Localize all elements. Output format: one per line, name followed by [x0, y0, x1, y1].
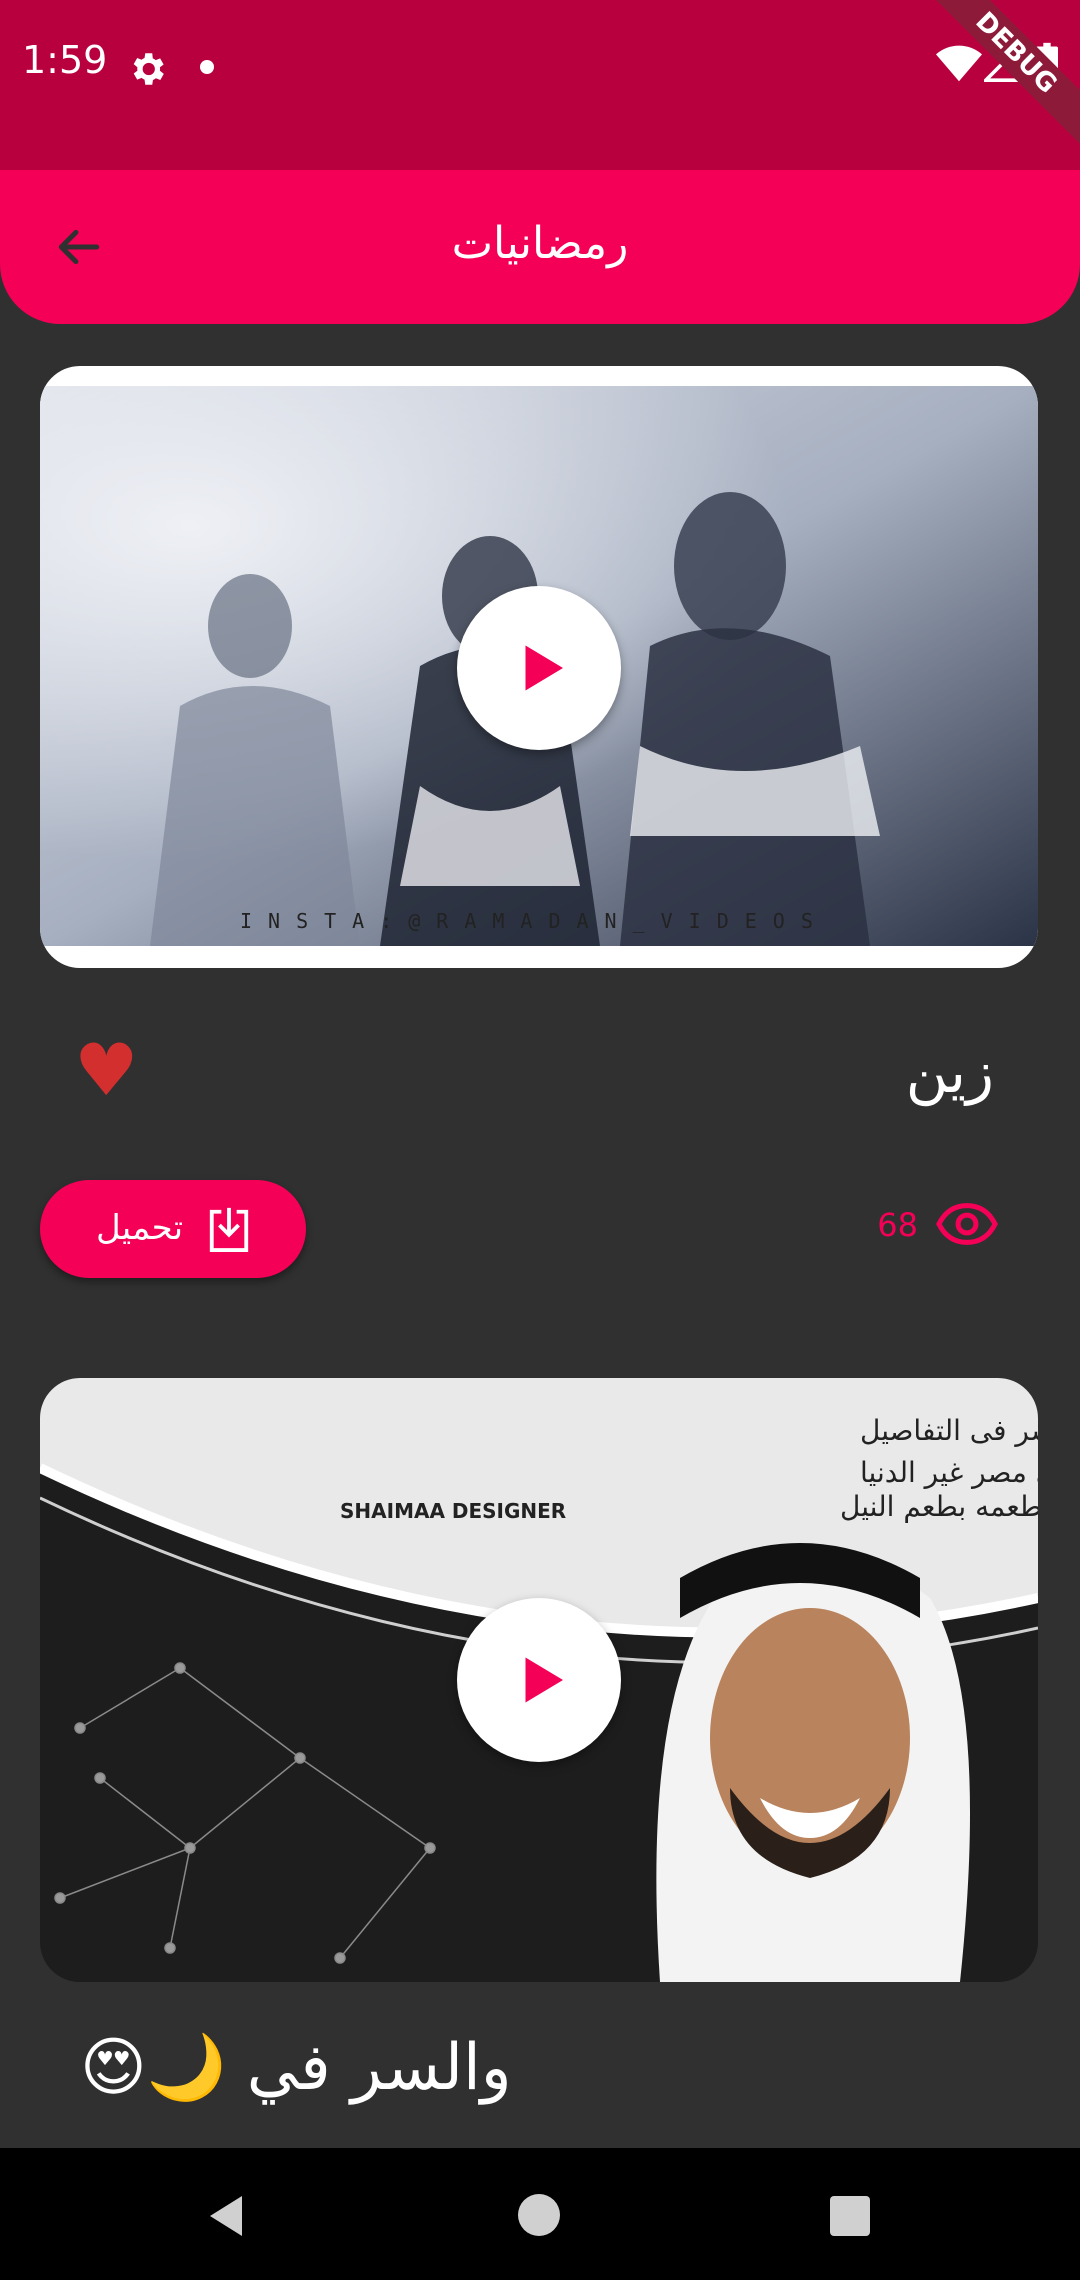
svg-text:والسر فى التفاصيل: والسر فى التفاصيل: [860, 1414, 1038, 1447]
nav-home-icon[interactable]: [518, 2194, 560, 2236]
eye-icon: [936, 1203, 998, 1245]
app-bar: رمضانيات: [0, 170, 1080, 324]
svg-text:INSTA:@RAMADAN_VIDEOS: INSTA:@RAMADAN_VIDEOS: [240, 909, 829, 933]
video-title: زين: [905, 1038, 994, 1106]
download-button[interactable]: تحميل: [40, 1180, 306, 1278]
svg-text:طعمه بطعم النيل: طعمه بطعم النيل: [840, 1490, 1038, 1523]
view-count-value: 68: [877, 1206, 918, 1244]
page-title: رمضانيات: [451, 218, 629, 269]
nav-recents-icon[interactable]: [830, 2196, 870, 2236]
system-navigation-bar: [0, 2148, 1080, 2280]
wifi-icon: [936, 45, 982, 82]
gear-icon: [133, 53, 164, 85]
notification-dot-icon: [200, 60, 214, 74]
heart-icon[interactable]: ♥: [74, 1028, 139, 1112]
svg-text:رمضان فى مصر غير الدنيا: رمضان فى مصر غير الدنيا: [860, 1456, 1038, 1489]
video-card[interactable]: INSTA:@RAMADAN_VIDEOS: [40, 366, 1038, 968]
nav-back-icon[interactable]: [206, 2194, 246, 2238]
play-button[interactable]: [457, 1598, 621, 1762]
status-time: 1:59: [22, 38, 108, 82]
play-button[interactable]: [457, 586, 621, 750]
status-bar: 1:59 DEBUG: [0, 0, 1080, 170]
play-icon: [525, 645, 563, 691]
video-card[interactable]: والسر فى التفاصيل رمضان فى مصر غير الدني…: [40, 1378, 1038, 1982]
download-label: تحميل: [96, 1208, 184, 1248]
svg-text:SHAIMAA DESIGNER: SHAIMAA DESIGNER: [340, 1499, 566, 1523]
play-icon: [525, 1657, 563, 1703]
download-icon: [209, 1207, 249, 1252]
video-caption: والسر في 🌙😍: [80, 2031, 512, 2105]
